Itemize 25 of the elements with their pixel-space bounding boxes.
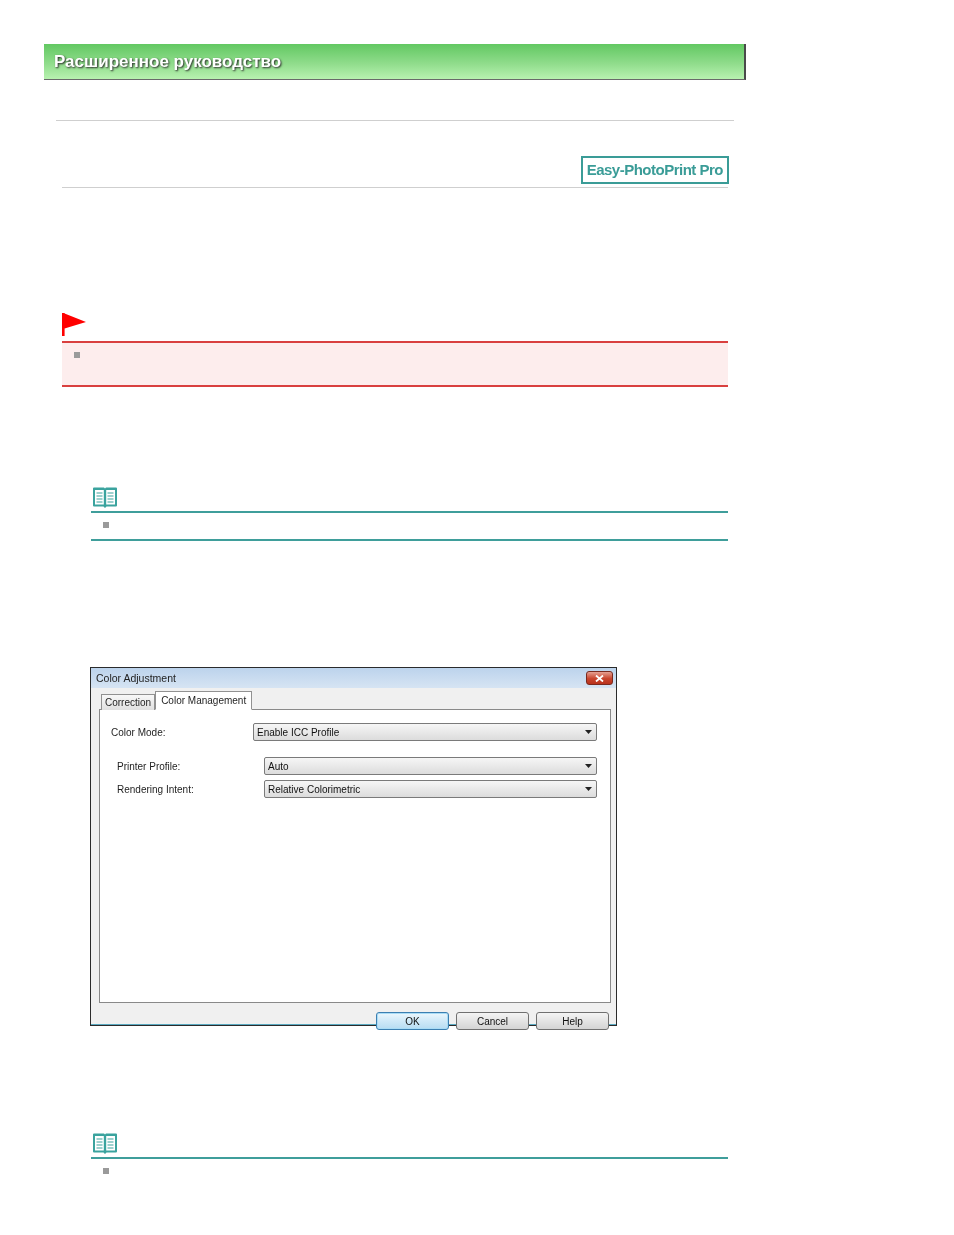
dialog-button[interactable]: Help [536, 1012, 609, 1030]
close-icon [595, 674, 604, 682]
book-icon [91, 487, 119, 508]
field-label: Color Mode: [111, 726, 167, 738]
tab[interactable]: Color Management [155, 691, 253, 710]
tab[interactable]: Correction [101, 694, 156, 710]
dropdown[interactable]: Enable ICC Profile [253, 723, 597, 741]
field-label: Printer Profile: [117, 760, 182, 772]
field-label: Rendering Intent: [117, 783, 195, 795]
caret-icon [585, 764, 592, 768]
flag-icon [62, 313, 86, 336]
bullet-icon [103, 522, 109, 528]
dialog-button[interactable]: OK [376, 1012, 449, 1030]
book-icon [91, 1133, 119, 1154]
dropdown[interactable]: Relative Colorimetric [264, 780, 597, 798]
caret-icon [585, 730, 592, 734]
window-title: Color Adjustment [96, 672, 176, 684]
dropdown[interactable]: Auto [264, 757, 597, 775]
caret-icon [585, 787, 592, 791]
product-logo: Easy-PhotoPrint Pro [580, 156, 729, 184]
bullet-icon [74, 352, 80, 358]
bullet-icon [103, 1168, 109, 1174]
header-title: Расширенное руководство [54, 51, 282, 72]
dialog-button[interactable]: Cancel [456, 1012, 529, 1030]
close-button[interactable] [586, 671, 613, 685]
